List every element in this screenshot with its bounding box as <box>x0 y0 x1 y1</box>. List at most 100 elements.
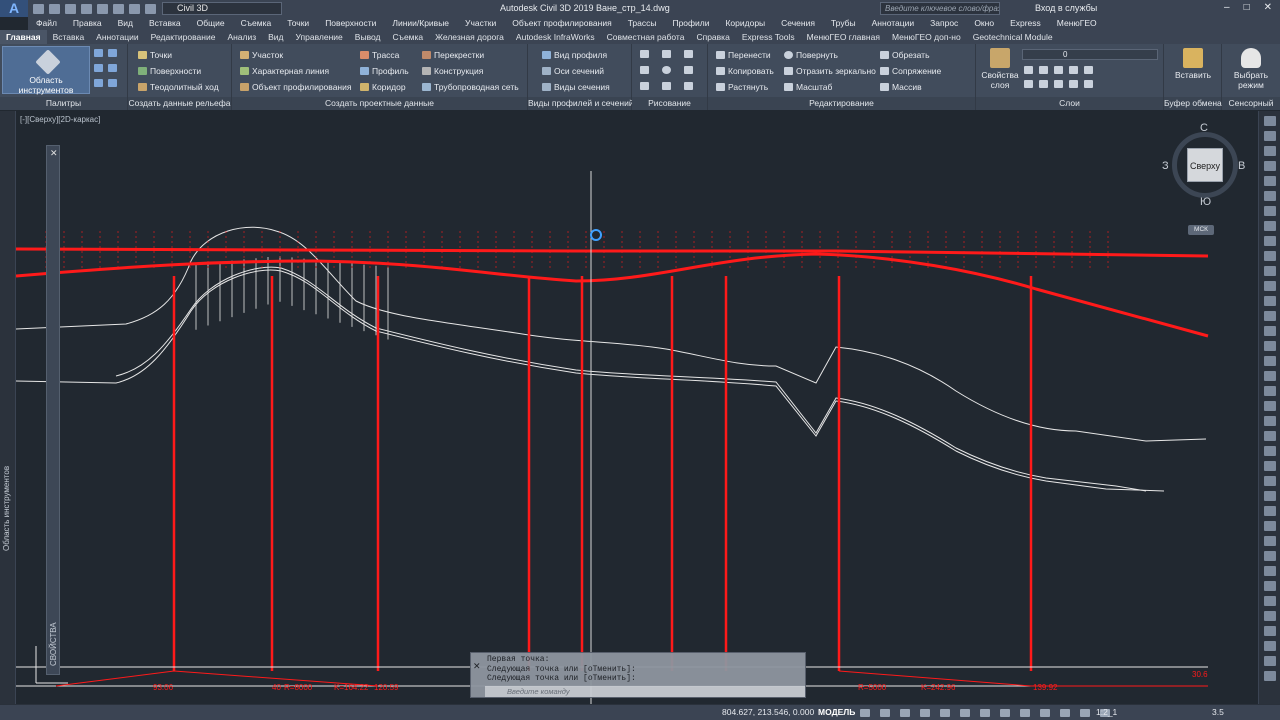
nav-tool-icon[interactable] <box>1263 551 1276 561</box>
move-button[interactable]: Перенести <box>716 50 771 60</box>
ellipse-icon[interactable] <box>640 82 649 90</box>
panel-small-icon[interactable] <box>94 79 103 87</box>
mirror-button[interactable]: Отразить зеркально <box>784 66 876 76</box>
rectangle-icon[interactable] <box>684 66 693 74</box>
nav-tool-icon[interactable] <box>1263 326 1276 336</box>
nav-tool-icon[interactable] <box>1263 281 1276 291</box>
layer-tool-icon[interactable] <box>1054 66 1063 74</box>
nav-tool-icon[interactable] <box>1263 176 1276 186</box>
nav-tool-icon[interactable] <box>1263 671 1276 681</box>
wcs-menu[interactable]: МСК <box>1188 225 1214 235</box>
grading-menu[interactable]: Объект профилирования <box>240 82 351 92</box>
ribbon-tab[interactable]: Вид <box>262 30 289 44</box>
ribbon-tab[interactable]: Железная дорога <box>429 30 510 44</box>
menu-item[interactable]: Окно <box>966 17 1002 30</box>
ribbon-tab[interactable]: Autodesk InfraWorks <box>510 30 601 44</box>
ribbon-tab[interactable]: Вставка <box>47 30 91 44</box>
nav-tool-icon[interactable] <box>1263 401 1276 411</box>
nav-tool-icon[interactable] <box>1263 611 1276 621</box>
profile-menu[interactable]: Профиль <box>360 66 409 76</box>
compass-north[interactable]: С <box>1200 122 1208 134</box>
command-input[interactable]: Введите команду <box>485 686 805 697</box>
transparency-icon[interactable] <box>1000 709 1010 717</box>
nav-tool-icon[interactable] <box>1263 536 1276 546</box>
menu-item[interactable]: Express <box>1002 17 1049 30</box>
ribbon-tab[interactable]: Съемка <box>387 30 430 44</box>
grid-small-icon[interactable] <box>108 64 117 72</box>
grid-icon[interactable] <box>860 709 870 717</box>
drawing-area[interactable]: [-][Сверху][2D-каркас] 93.06 40 R=8000 K=16… <box>16 111 1258 704</box>
nav-tool-icon[interactable] <box>1263 656 1276 666</box>
ribbon-tab[interactable]: Редактирование <box>145 30 222 44</box>
sample-lines-button[interactable]: Оси сечений <box>542 66 604 76</box>
snap-icon[interactable] <box>880 709 890 717</box>
menu-item[interactable]: Трубы <box>823 17 864 30</box>
nav-tool-icon[interactable] <box>1263 266 1276 276</box>
nav-tool-icon[interactable] <box>1263 521 1276 531</box>
menu-item[interactable]: Общие <box>189 17 233 30</box>
workspace-select[interactable]: Civil 3D <box>162 2 282 15</box>
nav-tool-icon[interactable] <box>1263 431 1276 441</box>
layer-tool-icon[interactable] <box>1024 66 1033 74</box>
layer-tool-icon[interactable] <box>1069 66 1078 74</box>
menu-item[interactable]: Точки <box>279 17 317 30</box>
nav-tool-icon[interactable] <box>1263 491 1276 501</box>
ribbon-tab[interactable]: Главная <box>0 30 47 44</box>
nav-tool-icon[interactable] <box>1263 146 1276 156</box>
lineweight-icon[interactable] <box>980 709 990 717</box>
menu-item[interactable]: Правка <box>65 17 110 30</box>
menu-item[interactable]: Объект профилирования <box>504 17 619 30</box>
nav-tool-icon[interactable] <box>1263 386 1276 396</box>
layer-tool-icon[interactable] <box>1039 66 1048 74</box>
ortho-icon[interactable] <box>900 709 910 717</box>
viewcube[interactable]: Сверху С Ю В З <box>1160 122 1250 214</box>
menu-item[interactable]: Файл <box>28 17 65 30</box>
circle-icon[interactable] <box>662 66 671 74</box>
nav-tool-icon[interactable] <box>1263 596 1276 606</box>
nav-tool-icon[interactable] <box>1263 296 1276 306</box>
nav-tool-icon[interactable] <box>1263 566 1276 576</box>
undo-icon[interactable] <box>129 3 140 14</box>
traverse-menu[interactable]: Теодолитный ход <box>138 82 219 92</box>
app-logo[interactable]: A <box>0 0 28 17</box>
signin-button[interactable]: Вход в службы <box>1035 3 1097 13</box>
model-space-button[interactable]: МОДЕЛЬ <box>818 707 855 717</box>
menu-item[interactable]: Линии/Кривые <box>384 17 457 30</box>
ribbon-tab[interactable]: МенюГЕО главная <box>801 30 886 44</box>
menu-item[interactable]: Профили <box>664 17 717 30</box>
web-mobile-icon[interactable] <box>97 3 108 14</box>
viewcube-top-face[interactable]: Сверху <box>1187 148 1223 182</box>
paste-button[interactable]: Вставить <box>1170 48 1216 80</box>
menu-item[interactable]: Запрос <box>922 17 966 30</box>
ribbon-tab[interactable]: Express Tools <box>736 30 801 44</box>
section-views-menu[interactable]: Виды сечения <box>542 82 610 92</box>
trim-menu[interactable]: Обрезать <box>880 50 930 60</box>
ribbon-tab[interactable]: Совместная работа <box>601 30 691 44</box>
open-file-icon[interactable] <box>49 3 60 14</box>
layer-dropdown[interactable]: 0 <box>1022 49 1158 60</box>
layer-tool-icon[interactable] <box>1069 80 1078 88</box>
save-icon[interactable] <box>65 3 76 14</box>
nav-tool-icon[interactable] <box>1263 236 1276 246</box>
group-label-ground[interactable]: Создать данные рельефа <box>128 97 231 110</box>
selection-cycle-icon[interactable] <box>1020 709 1030 717</box>
select-mode-button[interactable]: Выбрать режим <box>1226 48 1276 90</box>
nav-tool-icon[interactable] <box>1263 641 1276 651</box>
layers-small-icon[interactable] <box>94 64 103 72</box>
print-icon[interactable] <box>113 3 124 14</box>
ribbon-tab[interactable]: Вывод <box>349 30 387 44</box>
profile-view-menu[interactable]: Вид профиля <box>542 50 607 60</box>
assembly-menu[interactable]: Конструкция <box>422 66 483 76</box>
layer-properties-button[interactable]: Свойства слоя <box>980 48 1020 90</box>
annotation-scale[interactable]: 1:2_1 <box>1096 707 1117 717</box>
menu-item[interactable]: Участки <box>457 17 504 30</box>
line-icon[interactable] <box>640 50 649 58</box>
nav-tool-icon[interactable] <box>1263 461 1276 471</box>
compass-west[interactable]: З <box>1162 160 1169 172</box>
zoom-readout[interactable]: 3.5 <box>1212 707 1224 717</box>
alignment-menu[interactable]: Трасса <box>360 50 399 60</box>
properties-palette[interactable]: ✕ СВОЙСТВА <box>46 145 60 675</box>
close-icon[interactable]: ✕ <box>1264 2 1272 13</box>
osnap-icon[interactable] <box>960 709 970 717</box>
layer-tool-icon[interactable] <box>1054 80 1063 88</box>
